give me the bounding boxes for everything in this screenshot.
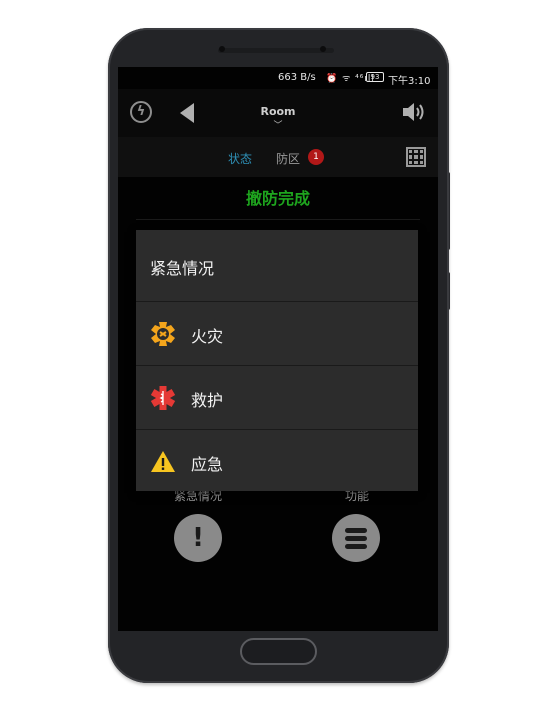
arm-status-text: 撤防完成 [245,189,310,208]
dialog-title: 紧急情况 [150,259,215,278]
chevron-down-icon[interactable]: ﹀ [268,118,288,131]
status-bar: 663 B/s ⏰ ᯤ ⁴⁶ıll 93 下午3:10 [118,67,438,89]
home-button [240,638,317,665]
volume-icon[interactable] [400,99,426,125]
room-title[interactable]: Room [248,105,308,118]
app-screen: 663 B/s ⏰ ᯤ ⁴⁶ıll 93 下午3:10 ϟ Room ﹀ 状态 … [118,67,438,631]
back-arrow-icon[interactable] [180,103,194,123]
tab-zone[interactable]: 防区 [276,150,300,167]
top-bar: ϟ Room ﹀ [118,89,438,137]
warning-icon [151,451,175,472]
tab-bar: 状态 防区 1 [118,137,438,177]
zone-alert-badge: 1 [308,149,324,165]
function-menu-button[interactable] [332,514,380,562]
divider [136,219,420,220]
logo-icon[interactable]: ϟ [130,101,152,123]
emergency-button[interactable]: ! [174,514,222,562]
emergency-dialog: 紧急情况 火灾 救护 应急 [136,230,418,491]
emergency-option-fire[interactable]: 火灾 [136,302,418,365]
emergency-option-urgent[interactable]: 应急 [136,430,418,493]
option-label: 应急 [191,455,224,474]
net-speed: 663 B/s [278,72,316,83]
tab-status[interactable]: 状态 [228,150,252,167]
ambulance-icon [150,386,176,410]
front-camera [219,46,225,52]
fire-icon [151,322,175,346]
grid-icon[interactable] [406,147,426,167]
proximity-sensor [320,46,326,52]
clock: 下午3:10 [388,76,431,87]
option-label: 火灾 [191,327,224,346]
menu-icon [345,528,367,533]
emergency-option-ambulance[interactable]: 救护 [136,366,418,429]
battery-icon: 93 [366,72,384,82]
option-label: 救护 [191,391,224,410]
earpiece-speaker [218,48,334,53]
